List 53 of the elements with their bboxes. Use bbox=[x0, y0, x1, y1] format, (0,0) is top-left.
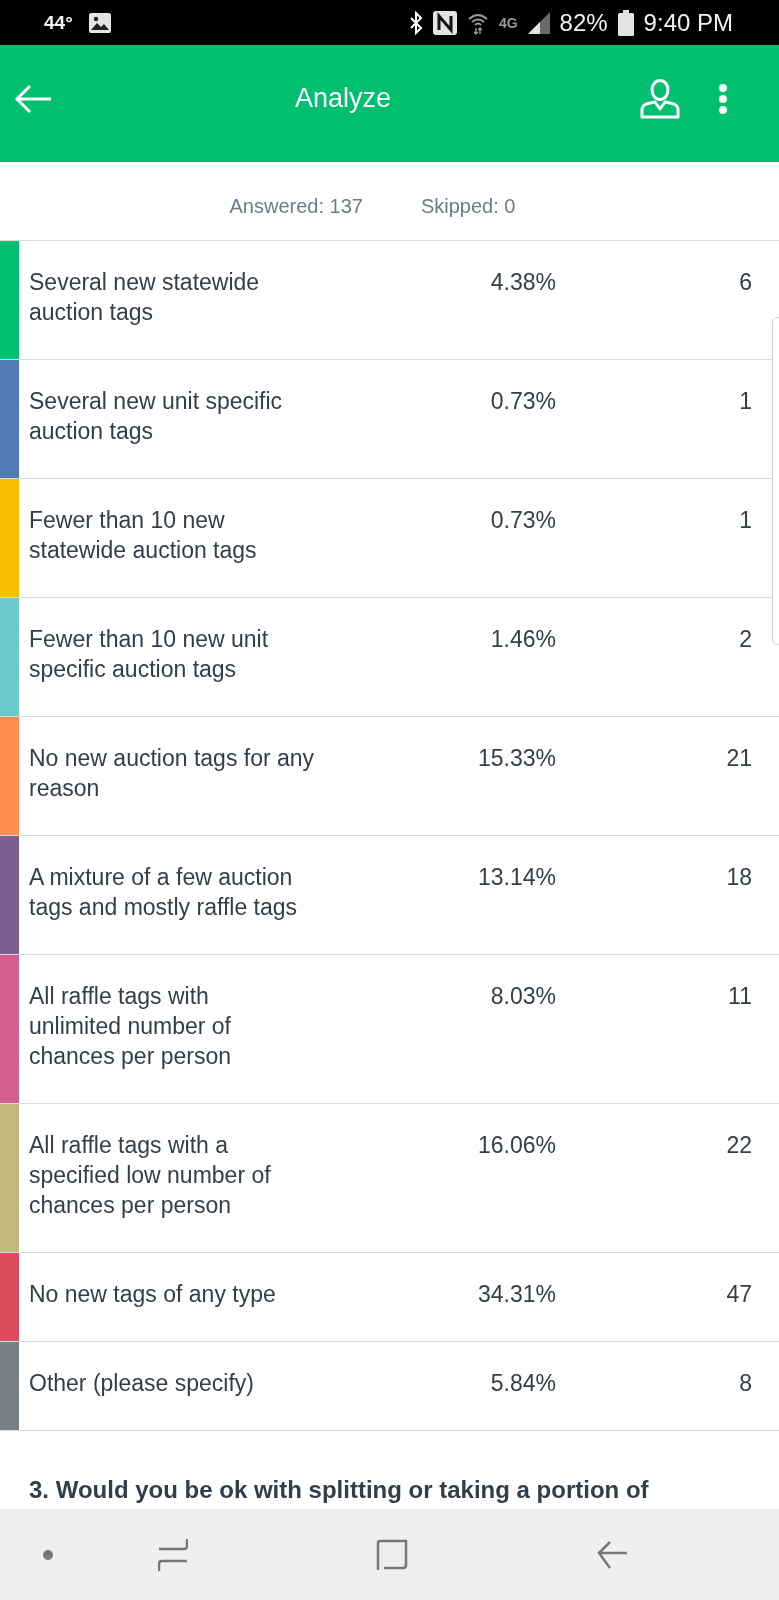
dot-icon[interactable] bbox=[43, 1549, 53, 1560]
percent-cell-text: 34.31% bbox=[477, 1280, 556, 1309]
back-button[interactable] bbox=[14, 83, 52, 114]
nfc-icon bbox=[432, 10, 457, 35]
percent-cell-text: 15.33% bbox=[477, 744, 556, 773]
answer-label: Several new statewide auction tags bbox=[29, 268, 261, 327]
profile-button[interactable] bbox=[640, 78, 680, 119]
temperature-text: 44° bbox=[44, 11, 73, 34]
count-cell-text: 11 bbox=[727, 982, 752, 1011]
percent-cell-text: 5.84% bbox=[489, 1369, 556, 1398]
answer-label: Other (please specify) bbox=[29, 1369, 255, 1398]
screen-title: Analyze bbox=[293, 83, 393, 114]
percent-cell-text: 4.38% bbox=[489, 268, 556, 297]
answer-label: Fewer than 10 new statewide auction tags bbox=[29, 506, 258, 565]
answer-label: Fewer than 10 new unit specific auction tags bbox=[29, 625, 270, 684]
count-cell-text: 21 bbox=[725, 744, 752, 773]
network-type-text: 4G bbox=[498, 14, 518, 31]
battery-percent-text: 82% bbox=[559, 8, 608, 37]
battery-icon bbox=[617, 9, 634, 36]
count-cell-text: 1 bbox=[738, 506, 752, 535]
count-cell-text: 22 bbox=[725, 1131, 752, 1160]
more-options-icon bbox=[718, 83, 728, 114]
answer-label: Several new unit specific auction tags bbox=[29, 387, 284, 446]
back-arrow-icon bbox=[14, 83, 52, 114]
percent-cell-text: 0.73% bbox=[489, 506, 556, 535]
percent-cell-text: 1.46% bbox=[489, 625, 556, 654]
more-options-button[interactable] bbox=[718, 83, 728, 114]
signal-icon bbox=[527, 11, 550, 34]
question-title: 3. Would you be ok with splitting or taking a portion of bbox=[28, 1475, 650, 1505]
count-cell-text: 18 bbox=[725, 863, 752, 892]
answered-count: Answered: 137 bbox=[229, 194, 363, 218]
count-cell-text: 1 bbox=[738, 387, 752, 416]
answer-label: No new auction tags for any reason bbox=[29, 744, 316, 803]
image-icon bbox=[88, 12, 111, 33]
bluetooth-icon bbox=[408, 10, 423, 35]
home-icon[interactable] bbox=[376, 1538, 408, 1571]
count-cell-text: 2 bbox=[738, 625, 752, 654]
count-cell-text: 8 bbox=[738, 1369, 752, 1398]
answer-label: All raffle tags with a specified low number of chances per person bbox=[29, 1131, 272, 1220]
skipped-count: Skipped: 0 bbox=[420, 194, 516, 218]
recent-apps-icon[interactable] bbox=[158, 1537, 188, 1572]
percent-cell-text: 13.14% bbox=[477, 863, 556, 892]
count-cell-text: 6 bbox=[738, 268, 752, 297]
percent-cell-text: 16.06% bbox=[477, 1131, 556, 1160]
percent-cell-text: 0.73% bbox=[489, 387, 556, 416]
answer-label: No new tags of any type bbox=[29, 1280, 277, 1309]
clock-time: 9:40 PM bbox=[643, 8, 733, 37]
count-cell-text: 47 bbox=[725, 1280, 752, 1309]
person-icon bbox=[640, 78, 680, 119]
answer-label: All raffle tags with unlimited number of chances per person bbox=[29, 982, 232, 1071]
percent-cell-text: 8.03% bbox=[489, 982, 556, 1011]
back-icon[interactable] bbox=[596, 1539, 628, 1570]
answer-label: A mixture of a few auction tags and mostly raffle tags bbox=[29, 863, 299, 922]
